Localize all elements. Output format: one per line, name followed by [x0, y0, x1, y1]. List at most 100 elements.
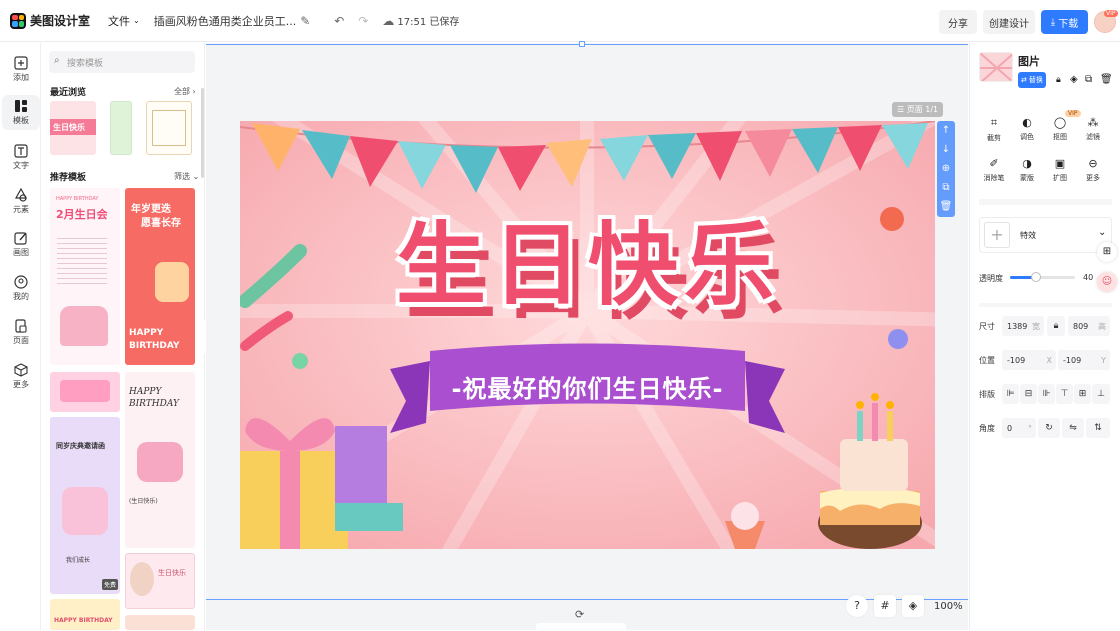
- replace-label: 替换: [1028, 76, 1043, 84]
- filter-button[interactable]: 筛选 ⌄: [174, 171, 199, 182]
- eraser-tool[interactable]: ✐ 消除笔: [979, 157, 1009, 183]
- align-middle-button[interactable]: ⊞: [1074, 384, 1091, 404]
- template-card-7[interactable]: HAPPY BIRTHDAY: [50, 599, 120, 630]
- poster-subtitle[interactable]: -祝最好的你们生日快乐-: [430, 369, 745, 404]
- page-label: 页面 1/1: [906, 105, 939, 114]
- mask-tool[interactable]: ◑ 蒙版: [1012, 157, 1042, 183]
- template-card-8[interactable]: [125, 615, 195, 630]
- assistant-float-button[interactable]: ☺: [1097, 272, 1117, 292]
- nav-item-template[interactable]: 模板: [2, 95, 40, 130]
- app-logo[interactable]: 美图设计室: [10, 12, 90, 29]
- cutout-tool[interactable]: ◯ 抠图: [1045, 116, 1075, 142]
- template-card-5[interactable]: 同岁庆典邀请函 我们成长 免费: [50, 417, 120, 594]
- x-field[interactable]: -109 X: [1002, 350, 1056, 370]
- help-button[interactable]: ?: [846, 595, 868, 617]
- flip-horizontal-button[interactable]: ⇋: [1062, 418, 1084, 438]
- grid-icon[interactable]: #: [874, 595, 896, 617]
- crop-tool[interactable]: ⌗ 截剪: [979, 116, 1009, 143]
- add-effect-icon: +: [984, 222, 1010, 248]
- opacity-slider-knob[interactable]: [1031, 272, 1041, 282]
- nav-item-mine[interactable]: 我的: [2, 275, 40, 302]
- angle-value: 0: [1007, 423, 1013, 433]
- trash-icon[interactable]: 🗑︎: [1100, 74, 1113, 85]
- free-badge: 免费: [102, 579, 119, 590]
- filter-tool[interactable]: ⁂ 滤镜: [1078, 116, 1108, 142]
- template-card-4[interactable]: HAPPY BIRTHDAY (生日快乐): [125, 372, 195, 548]
- template-card-1[interactable]: HAPPY BIRTHDAY 2月生日会: [50, 188, 120, 365]
- all-link[interactable]: 全部 ›: [174, 86, 196, 97]
- card4-cake: [137, 442, 183, 482]
- download-button[interactable]: ⤓ 下载: [1041, 10, 1088, 34]
- tool-label: 截剪: [987, 134, 1001, 142]
- crop-icon: ⌗: [990, 116, 998, 129]
- more-tool[interactable]: ⊖ 更多: [1078, 157, 1108, 183]
- nav-item-page[interactable]: 页面: [2, 319, 40, 346]
- file-menu[interactable]: 文件 ⌄: [108, 13, 140, 29]
- recent-thumb-1[interactable]: 生日快乐: [50, 101, 96, 155]
- undo-icon[interactable]: ↶: [334, 14, 344, 28]
- nav-item-draw[interactable]: 画图: [2, 231, 40, 258]
- add-page-icon[interactable]: ⊕: [937, 159, 955, 178]
- adjust-color-tool[interactable]: ◐ 调色: [1012, 116, 1042, 142]
- redo-icon[interactable]: ↷: [358, 14, 368, 28]
- lock-ratio-button[interactable]: 🔒︎: [1047, 316, 1065, 336]
- duplicate-icon[interactable]: ⧉: [1085, 74, 1092, 85]
- nav-label: 元素: [13, 205, 29, 214]
- align-right-button[interactable]: ⊪: [1038, 384, 1055, 404]
- flip-vertical-button[interactable]: ⇅: [1086, 418, 1110, 438]
- selection-top-line: [206, 44, 968, 45]
- align-center-button[interactable]: ⊟: [1020, 384, 1037, 404]
- card6-text: 生日快乐: [158, 569, 186, 577]
- tool-label: 调色: [1020, 133, 1034, 141]
- y-field[interactable]: -109 Y: [1058, 350, 1110, 370]
- recent-thumb-3[interactable]: [146, 101, 192, 155]
- delete-page-icon[interactable]: 🗑: [937, 197, 955, 216]
- page-indicator[interactable]: ☰ 页面 1/1: [892, 102, 944, 117]
- move-up-icon[interactable]: ↑: [937, 121, 955, 140]
- arrange-label: 排版: [979, 390, 995, 399]
- nav-item-add[interactable]: 添加: [2, 56, 40, 83]
- align-left-button[interactable]: ⊫: [1002, 384, 1019, 404]
- nav-item-text[interactable]: 文字: [2, 144, 40, 171]
- opacity-value[interactable]: 40: [1083, 273, 1093, 282]
- file-menu-label: 文件: [108, 14, 131, 28]
- document-title[interactable]: 插画风粉色通用类企业员工...: [154, 13, 297, 29]
- replace-button[interactable]: ⇄ 替换: [1018, 72, 1046, 88]
- certificate-frame: [152, 110, 186, 146]
- lock-icon[interactable]: 🔒︎: [1056, 75, 1061, 85]
- layers-icon[interactable]: ◈: [902, 595, 924, 617]
- template-card-3[interactable]: [50, 372, 120, 412]
- height-field[interactable]: 809 高: [1068, 316, 1110, 336]
- recent-thumb-2[interactable]: [110, 101, 132, 155]
- nav-item-more[interactable]: 更多: [2, 363, 40, 390]
- edit-title-icon[interactable]: ✎: [300, 14, 310, 28]
- panel-scrollbar[interactable]: [201, 88, 204, 178]
- layer-icon[interactable]: ◈: [1070, 74, 1078, 85]
- template-card-2[interactable]: 年岁更迭 愿喜长存 HAPPY BIRTHDAY: [125, 188, 195, 365]
- align-bottom-button[interactable]: ⊥: [1092, 384, 1110, 404]
- width-field[interactable]: 1389 宽: [1002, 316, 1044, 336]
- selection-top-handle[interactable]: [579, 41, 585, 47]
- search-input[interactable]: ⌕ 搜索模板: [49, 51, 195, 73]
- create-design-button[interactable]: 创建设计: [983, 10, 1035, 34]
- expand-tool[interactable]: ▣ 扩图: [1045, 157, 1075, 183]
- copy-page-icon[interactable]: ⧉: [937, 178, 955, 197]
- angle-field[interactable]: 0 °: [1002, 418, 1036, 438]
- height-value: 809: [1073, 321, 1089, 331]
- share-button[interactable]: 分享: [939, 10, 977, 34]
- poster-canvas[interactable]: 生日快乐 -祝最好的你们生日快乐-: [240, 121, 935, 549]
- pen-icon: [14, 232, 27, 245]
- effect-selector[interactable]: + 特效 ⌄: [979, 217, 1112, 253]
- rotate-button[interactable]: ↻: [1038, 418, 1060, 438]
- download-icon: ⤓: [1050, 16, 1056, 28]
- zoom-level[interactable]: 100%: [934, 601, 963, 612]
- opacity-slider[interactable]: [1010, 272, 1075, 282]
- template-card-6[interactable]: 生日快乐: [125, 553, 195, 609]
- eraser-icon: ✐: [989, 157, 999, 170]
- poster-title[interactable]: 生日快乐: [358, 211, 818, 321]
- rotate-handle[interactable]: ⟳: [575, 608, 584, 621]
- align-top-button[interactable]: ⊤: [1056, 384, 1073, 404]
- move-down-icon[interactable]: ↓: [937, 140, 955, 159]
- nav-item-elements[interactable]: 元素: [2, 188, 40, 215]
- apps-float-button[interactable]: ⊞: [1097, 242, 1117, 262]
